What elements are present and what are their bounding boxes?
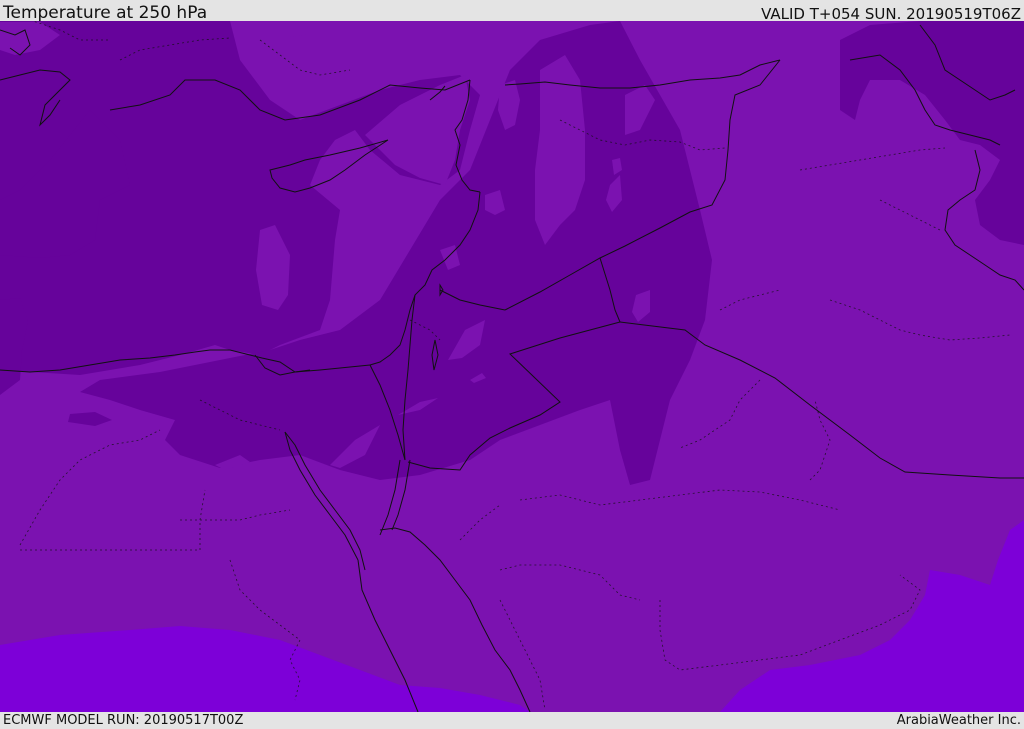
brand-credit: ArabiaWeather Inc. bbox=[896, 713, 1021, 728]
header-bar: Temperature at 250 hPa VALID T+054 SUN. … bbox=[0, 0, 1024, 23]
footer-bar: ECMWF MODEL RUN: 20190517T00Z ArabiaWeat… bbox=[0, 712, 1024, 729]
temperature-map bbox=[0, 21, 1024, 712]
model-run: ECMWF MODEL RUN: 20190517T00Z bbox=[3, 713, 244, 728]
map-title: Temperature at 250 hPa bbox=[3, 3, 208, 23]
